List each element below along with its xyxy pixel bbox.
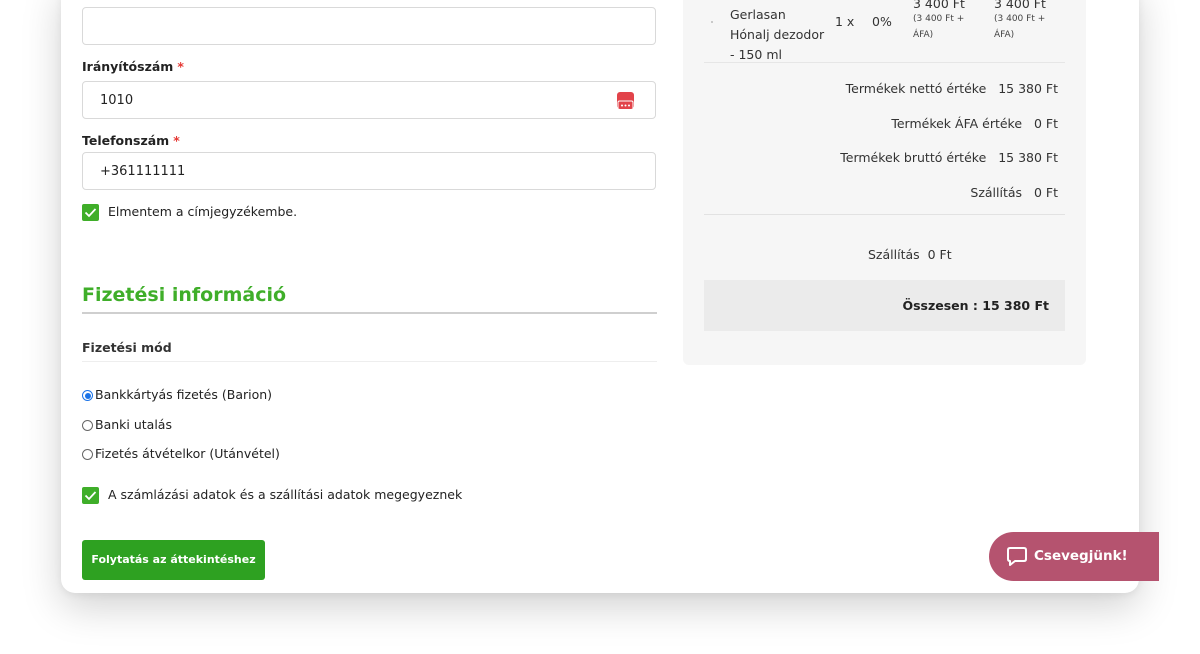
summary-label: Termékek nettó értéke	[845, 81, 987, 96]
section-divider	[82, 312, 657, 314]
total-value: 15 380 Ft	[982, 298, 1049, 313]
phone-input[interactable]: +361111111	[82, 152, 656, 190]
address-field[interactable]	[82, 7, 656, 45]
product-name: Gerlasan Hónalj dezodor - 150 ml	[730, 5, 824, 65]
order-total: Összesen : 15 380 Ft	[902, 298, 1049, 313]
total-price-value: 3 400 Ft	[994, 0, 1046, 11]
shipping-value: 0 Ft	[927, 247, 952, 262]
summary-rows: Termékek nettó értéke 15 380 Ft Termékek…	[704, 72, 1058, 210]
zip-value: 1010	[100, 93, 134, 108]
radio-cod-label[interactable]: Fizetés átvételkor (Utánvétel)	[95, 446, 280, 461]
payment-method-label: Fizetési mód	[82, 340, 172, 355]
total-price: 3 400 Ft (3 400 Ft + ÁFA)	[994, 0, 1046, 43]
product-qty: 1 x	[835, 14, 855, 29]
payment-section-title: Fizetési információ	[82, 284, 287, 306]
shipping-row: Szállítás 0 Ft	[868, 247, 952, 262]
phone-label: Telefonszám *	[82, 133, 180, 148]
summary-row-vat: Termékek ÁFA értéke 0 Ft	[704, 107, 1058, 142]
product-name-line: Hónalj dezodor	[730, 27, 825, 42]
radio-bank-transfer[interactable]	[82, 420, 93, 431]
chat-label: Csevegjünk!	[1034, 548, 1128, 564]
summary-value: 15 380 Ft	[998, 81, 1058, 96]
chat-bubble-icon	[1007, 547, 1027, 566]
zip-label: Irányítószám *	[82, 59, 184, 74]
radio-cod[interactable]	[82, 449, 93, 460]
continue-button[interactable]: Folytatás az áttekintéshez	[82, 540, 265, 580]
total-box: Összesen : 15 380 Ft	[704, 280, 1065, 331]
unit-price: 3 400 Ft (3 400 Ft + ÁFA)	[913, 0, 965, 43]
radio-barion[interactable]	[82, 390, 93, 401]
zip-input[interactable]: 1010	[82, 81, 656, 119]
summary-row-net: Termékek nettó értéke 15 380 Ft	[704, 72, 1058, 107]
total-label: Összesen :	[902, 298, 978, 313]
save-address-label: Elmentem a címjegyzékembe.	[108, 204, 298, 219]
divider	[82, 361, 657, 362]
same-address-checkbox[interactable]	[82, 487, 99, 504]
unit-price-note: (3 400 Ft +	[913, 14, 965, 24]
divider	[704, 214, 1065, 215]
product-vat: 0%	[872, 14, 892, 29]
product-thumbnail	[711, 21, 713, 23]
summary-value: 15 380 Ft	[998, 150, 1058, 165]
summary-row-gross: Termékek bruttó értéke 15 380 Ft	[704, 141, 1058, 176]
zip-label-text: Irányítószám	[82, 59, 174, 74]
phone-label-text: Telefonszám	[82, 133, 170, 148]
phone-value: +361111111	[100, 164, 186, 179]
same-address-label: A számlázási adatok és a szállítási adat…	[108, 487, 463, 502]
dots-card-icon[interactable]	[617, 92, 634, 111]
radio-bank-transfer-label[interactable]: Banki utalás	[95, 417, 172, 432]
unit-price-value: 3 400 Ft	[913, 0, 965, 11]
chat-button[interactable]: Csevegjünk!	[989, 532, 1159, 581]
radio-barion-label[interactable]: Bankkártyás fizetés (Barion)	[95, 387, 272, 402]
summary-row-shipping: Szállítás 0 Ft	[704, 176, 1058, 211]
save-address-checkbox[interactable]	[82, 204, 99, 221]
summary-value: 0 Ft	[1033, 115, 1058, 131]
divider	[704, 62, 1065, 63]
product-name-line: Gerlasan	[730, 7, 786, 22]
summary-label: Szállítás	[970, 184, 1023, 200]
required-mark: *	[177, 59, 184, 74]
required-mark: *	[173, 133, 180, 148]
check-icon	[84, 208, 97, 218]
summary-label: Termékek ÁFA értéke	[891, 115, 1023, 131]
unit-price-note: ÁFA)	[913, 30, 934, 40]
total-price-note: (3 400 Ft +	[994, 14, 1046, 24]
total-price-note: ÁFA)	[994, 30, 1015, 40]
summary-label: Termékek bruttó értéke	[840, 150, 987, 165]
shipping-label: Szállítás	[868, 247, 920, 262]
summary-value: 0 Ft	[1033, 184, 1058, 200]
check-icon	[84, 491, 97, 501]
